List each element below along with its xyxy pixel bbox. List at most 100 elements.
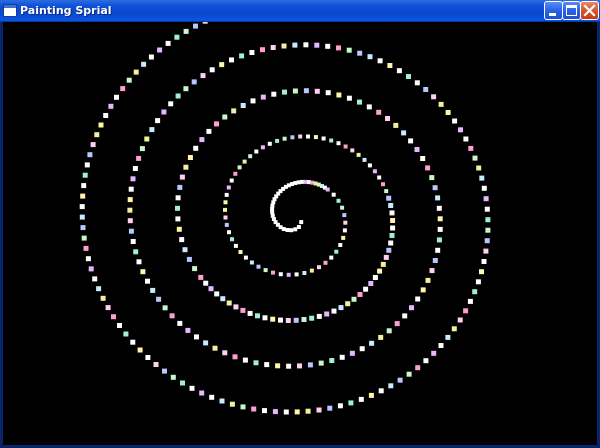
spiral-dot: [270, 213, 275, 218]
spiral-dot: [472, 289, 478, 295]
spiral-dot: [82, 172, 88, 178]
spiral-dot: [475, 279, 481, 285]
spiral-dot: [388, 203, 394, 208]
spiral-dot: [321, 136, 326, 141]
spiral-dot: [346, 47, 352, 53]
spiral-dot: [238, 250, 243, 254]
spiral-dot: [389, 210, 395, 216]
spiral-dot: [194, 334, 199, 340]
spiral-dot: [223, 215, 228, 220]
close-button[interactable]: [580, 1, 599, 20]
spiral-dot: [436, 205, 442, 211]
spiral-dot: [337, 403, 343, 409]
maximize-button[interactable]: [562, 1, 581, 20]
spiral-dot: [436, 237, 442, 243]
spiral-dot: [479, 175, 485, 181]
spiral-dot: [479, 269, 484, 275]
spiral-dot: [377, 268, 383, 274]
spiral-dot: [275, 363, 281, 369]
spiral-dot: [485, 217, 491, 223]
spiral-dot: [272, 409, 278, 415]
spiral-dot: [406, 74, 411, 79]
spiral-dot: [445, 334, 451, 340]
spiral-dot: [383, 254, 389, 260]
spiral-dot: [401, 130, 407, 136]
spiral-dot: [108, 103, 114, 109]
spiral-dot: [369, 340, 375, 346]
spiral-dot: [377, 58, 383, 64]
spiral-dot: [420, 156, 426, 161]
title-bar[interactable]: Painting Sprial: [0, 0, 600, 22]
minimize-icon: [549, 13, 556, 16]
spiral-dot: [212, 345, 218, 351]
spiral-dot: [341, 235, 346, 240]
spiral-dot: [220, 296, 226, 302]
spiral-dot: [80, 193, 86, 199]
spiral-dot: [255, 313, 260, 319]
spiral-dot: [425, 277, 431, 283]
spiral-dot: [358, 396, 364, 402]
spiral-dot: [174, 34, 180, 40]
spiral-dot: [123, 331, 129, 337]
spiral-dot: [429, 175, 435, 181]
spiral-dot: [325, 187, 330, 192]
spiral-dot: [290, 135, 295, 140]
spiral-dot: [208, 286, 214, 292]
spiral-dot: [458, 127, 463, 133]
spiral-dot: [363, 286, 369, 292]
spiral-dot: [331, 192, 336, 197]
spiral-dot: [148, 54, 154, 60]
spiral-dot: [435, 195, 441, 201]
spiral-dot: [282, 136, 287, 141]
spiral-dot: [223, 207, 227, 212]
spiral-dot: [336, 141, 341, 146]
spiral-dot: [117, 323, 122, 328]
spiral-dot: [336, 92, 342, 98]
spiral-dot: [175, 93, 181, 99]
spiral-dot: [185, 327, 191, 333]
spiral-dot: [325, 43, 331, 49]
spiral-dot: [229, 178, 234, 183]
spiral-dot: [423, 87, 429, 92]
spiral-dot: [103, 113, 109, 118]
spiral-dot: [177, 320, 183, 326]
spiral-dot: [293, 181, 298, 185]
drawing-canvas[interactable]: [3, 22, 597, 445]
spiral-dot: [438, 101, 444, 107]
spiral-dot: [209, 67, 215, 73]
spiral-dot: [457, 317, 463, 323]
spiral-dot: [408, 138, 414, 144]
spiral-dot: [303, 88, 309, 94]
spiral-dot: [298, 134, 303, 139]
spiral-dot: [243, 255, 248, 260]
spiral-dot: [367, 54, 373, 60]
spiral-dot: [240, 404, 246, 410]
spiral-dot: [278, 317, 283, 323]
spiral-dot: [438, 343, 444, 348]
spiral-dot: [144, 136, 150, 142]
spiral-dot: [187, 155, 193, 160]
spiral-dot: [262, 315, 268, 321]
spiral-dot: [402, 313, 408, 319]
spiral-dot: [425, 165, 431, 171]
spiral-dot: [253, 360, 259, 366]
spiral-dot: [303, 179, 308, 184]
spiral-dot: [133, 249, 139, 255]
spiral-dot: [356, 152, 361, 157]
spiral-dot: [127, 197, 133, 203]
spiral-dot: [254, 149, 259, 154]
window-app-icon[interactable]: [3, 4, 17, 17]
spiral-dot: [128, 186, 134, 192]
spiral-dot: [200, 73, 206, 79]
minimize-button[interactable]: [544, 1, 563, 20]
spiral-dot: [219, 62, 225, 68]
spiral-dot: [334, 249, 339, 254]
spiral-dot: [275, 138, 280, 143]
spiral-dot: [357, 99, 362, 105]
spiral-dot: [79, 204, 85, 210]
spiral-dot: [248, 154, 253, 159]
spiral-dot: [176, 226, 182, 232]
spiral-drawing: [3, 22, 597, 445]
spiral-dot: [136, 259, 142, 265]
spiral-dot: [305, 408, 311, 414]
